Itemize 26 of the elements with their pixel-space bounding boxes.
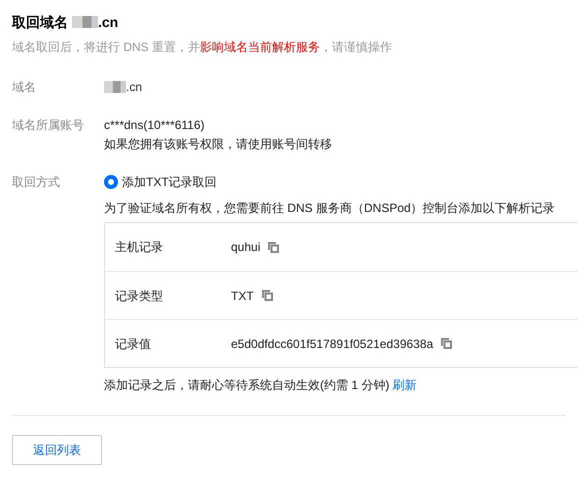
domain-suffix: .cn [126, 79, 142, 95]
record-name: 记录类型 [115, 288, 164, 304]
field-label: 域名 [12, 79, 37, 95]
radio-label[interactable]: 添加TXT记录取回 [122, 174, 217, 190]
warning-text: 域名取回后，将进行 DNS 重置，并影响域名当前解析服务，请谨慎操作 [12, 39, 394, 55]
record-name: 记录值 [115, 336, 152, 352]
record-value: TXT [231, 288, 254, 304]
dialog-title: 取回域名 [12, 14, 68, 30]
record-name: 主机记录 [115, 239, 164, 255]
copy-icon[interactable] [262, 290, 273, 301]
back-to-list-button[interactable]: 返回列表 [12, 435, 102, 465]
field-label: 取回方式 [12, 174, 61, 191]
title-suffix: .cn [98, 14, 118, 30]
blurred-text-drawing [104, 80, 126, 94]
radio-button[interactable] [104, 175, 118, 189]
instruction-text: 为了验证域名所有权，您需要前往 DNS 服务商（DNSPod）控制台添加以下解析记录 [104, 200, 556, 216]
field-value: c***dns(10***6116) [104, 117, 206, 133]
field-label: 域名所属账号 [12, 117, 85, 134]
field-value: 如果您拥有该账号权限，请使用账号间转移 [104, 136, 332, 152]
record-value: quhui [231, 239, 260, 255]
record-value: e5d0dfdcc601f517891f0521ed39638a [231, 336, 434, 352]
refresh-link[interactable]: 刷新 [392, 378, 417, 392]
copy-icon[interactable] [441, 338, 452, 349]
wait-note: 添加记录之后，请耐心等待系统自动生效(约需 1 分钟) 刷新 [104, 377, 418, 393]
copy-icon[interactable] [268, 242, 280, 252]
blurred-text-drawing [72, 15, 98, 29]
